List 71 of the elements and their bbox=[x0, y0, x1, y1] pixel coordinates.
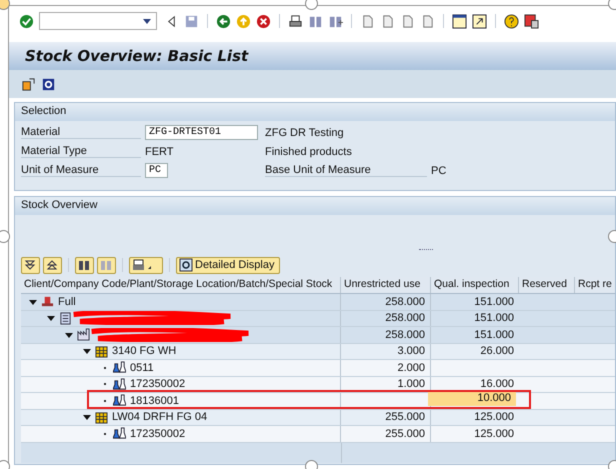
quantity-cell: 3.000 bbox=[341, 344, 431, 359]
column-header[interactable]: Qual. inspection bbox=[431, 277, 519, 293]
print-icon bbox=[132, 259, 152, 271]
quantity-cell: 2.000 bbox=[341, 360, 431, 376]
cancel-icon[interactable] bbox=[256, 14, 271, 28]
group-heading: Selection bbox=[15, 103, 615, 121]
double-up-triangle-icon bbox=[46, 259, 58, 271]
expand-triangle-icon[interactable] bbox=[65, 330, 73, 339]
print-icon[interactable] bbox=[288, 14, 303, 28]
command-field[interactable] bbox=[39, 12, 157, 30]
quantity-cell-text: 16.000 bbox=[479, 377, 515, 392]
field-label: Unit of Measure bbox=[21, 164, 141, 177]
quantity-cell-text: 151.000 bbox=[473, 328, 515, 342]
collapse-all-button[interactable] bbox=[43, 256, 62, 274]
quantity-cell-text: 151.000 bbox=[473, 294, 515, 310]
quantity-cell: 258.000 bbox=[341, 294, 431, 310]
expand-triangle-icon[interactable] bbox=[83, 347, 91, 356]
back-icon[interactable] bbox=[216, 14, 231, 28]
quantity-cell: 255.000 bbox=[341, 426, 431, 442]
resize-handle[interactable] bbox=[305, 0, 318, 10]
expand-triangle-icon[interactable] bbox=[83, 413, 91, 422]
quantity-cell: 258.000 bbox=[341, 327, 431, 342]
expand-all-button[interactable] bbox=[21, 256, 40, 274]
tree-node-label[interactable]: 0511 bbox=[130, 362, 154, 374]
quantity-cell-text: 125.000 bbox=[473, 426, 515, 442]
magnifier-icon bbox=[179, 258, 193, 272]
screen-title: Stock Overview: Basic List bbox=[25, 47, 248, 65]
expand-triangle-icon[interactable] bbox=[29, 298, 37, 306]
tree-toggle-icon[interactable] bbox=[21, 76, 36, 92]
group-heading: Stock Overview bbox=[15, 197, 615, 215]
column-header[interactable]: Rcpt re bbox=[575, 277, 615, 293]
find-button[interactable] bbox=[75, 256, 94, 274]
column-header[interactable]: Client/Company Code/Plant/Storage Location/Batch/Special Stock bbox=[21, 277, 341, 293]
layout-icon[interactable] bbox=[524, 14, 539, 28]
tree-node-label[interactable]: 3140 FG WH bbox=[112, 345, 176, 358]
material-type-description: Finished products bbox=[265, 146, 352, 158]
hat-icon bbox=[41, 295, 54, 308]
unit-field[interactable]: PC bbox=[145, 163, 168, 178]
new-window-icon[interactable] bbox=[472, 14, 487, 28]
field-value: PC bbox=[431, 164, 446, 176]
shelf-icon bbox=[95, 344, 108, 358]
tree-node-label[interactable]: 18136001 bbox=[130, 394, 179, 407]
splitter-grip[interactable] bbox=[419, 249, 433, 252]
tree-node-label[interactable]: 172350002 bbox=[130, 378, 186, 390]
quantity-cell: 258.000 bbox=[341, 310, 431, 326]
refresh-icon[interactable] bbox=[41, 76, 56, 92]
column-header[interactable]: Reserved bbox=[519, 277, 575, 293]
material-description: ZFG DR Testing bbox=[265, 126, 344, 138]
column-header[interactable]: Unrestricted use bbox=[341, 277, 431, 293]
tree-node-label[interactable]: 172350002 bbox=[130, 428, 186, 440]
field-value: FERT bbox=[145, 146, 175, 158]
field-label: Base Unit of Measure bbox=[265, 164, 427, 177]
tree-node-label[interactable]: LW04 DRFH FG 04 bbox=[112, 411, 208, 424]
detailed-display-button[interactable]: Detailed Display bbox=[176, 256, 280, 274]
field-label: Material bbox=[21, 126, 141, 139]
help-icon[interactable] bbox=[504, 14, 519, 28]
resize-handle[interactable] bbox=[0, 230, 10, 243]
quantity-cell: 255.000 bbox=[341, 410, 431, 425]
quantity-cell-text: 26.000 bbox=[479, 344, 515, 359]
expand-triangle-icon[interactable] bbox=[47, 314, 55, 322]
material-field[interactable]: ZFG-DRTEST01 bbox=[145, 125, 258, 140]
quantity-cell-text: 125.000 bbox=[473, 410, 515, 425]
dropdown-arrow-icon bbox=[143, 18, 151, 24]
check-icon[interactable] bbox=[19, 14, 34, 28]
quantity-cell-text: 151.000 bbox=[473, 311, 515, 326]
field-label: Material Type bbox=[21, 145, 141, 158]
window-icon[interactable] bbox=[452, 14, 467, 28]
tree-node-label[interactable]: Full bbox=[58, 296, 76, 308]
shelf-icon bbox=[95, 410, 108, 424]
print-menu-button[interactable] bbox=[129, 256, 163, 274]
double-down-triangle-icon bbox=[24, 259, 36, 271]
